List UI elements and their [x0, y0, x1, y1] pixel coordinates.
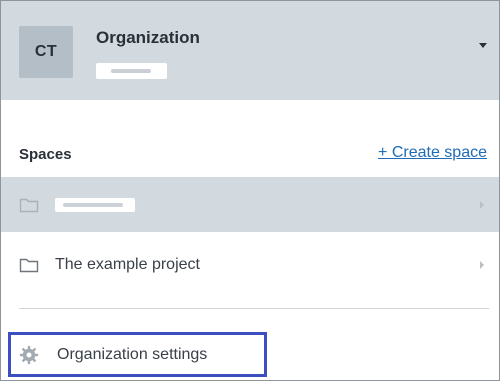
- divider: [19, 308, 489, 309]
- folder-icon: [19, 258, 39, 272]
- organization-settings-label: Organization settings: [57, 346, 208, 363]
- space-item-label: The example project: [55, 255, 200, 273]
- avatar-initials: CT: [34, 43, 58, 60]
- chevron-right-icon: [480, 200, 484, 209]
- organization-subtitle-redacted: [96, 63, 167, 79]
- caret-down-icon[interactable]: [479, 43, 487, 48]
- gear-icon: [19, 345, 39, 365]
- space-item-redacted[interactable]: [1, 177, 499, 232]
- folder-icon: [19, 198, 39, 212]
- space-item-label-redacted: [55, 197, 135, 212]
- organization-switcher[interactable]: CT Organization: [1, 1, 499, 100]
- space-item-example-project[interactable]: The example project: [1, 237, 499, 292]
- organization-title: Organization: [96, 28, 200, 47]
- organization-settings-button[interactable]: Organization settings: [8, 332, 267, 377]
- spaces-heading: Spaces: [19, 146, 72, 163]
- avatar: CT: [19, 26, 73, 78]
- create-space-link[interactable]: + Create space: [378, 144, 487, 162]
- organization-panel: CT Organization Spaces + Create space Th…: [0, 0, 500, 381]
- chevron-right-icon: [480, 260, 484, 269]
